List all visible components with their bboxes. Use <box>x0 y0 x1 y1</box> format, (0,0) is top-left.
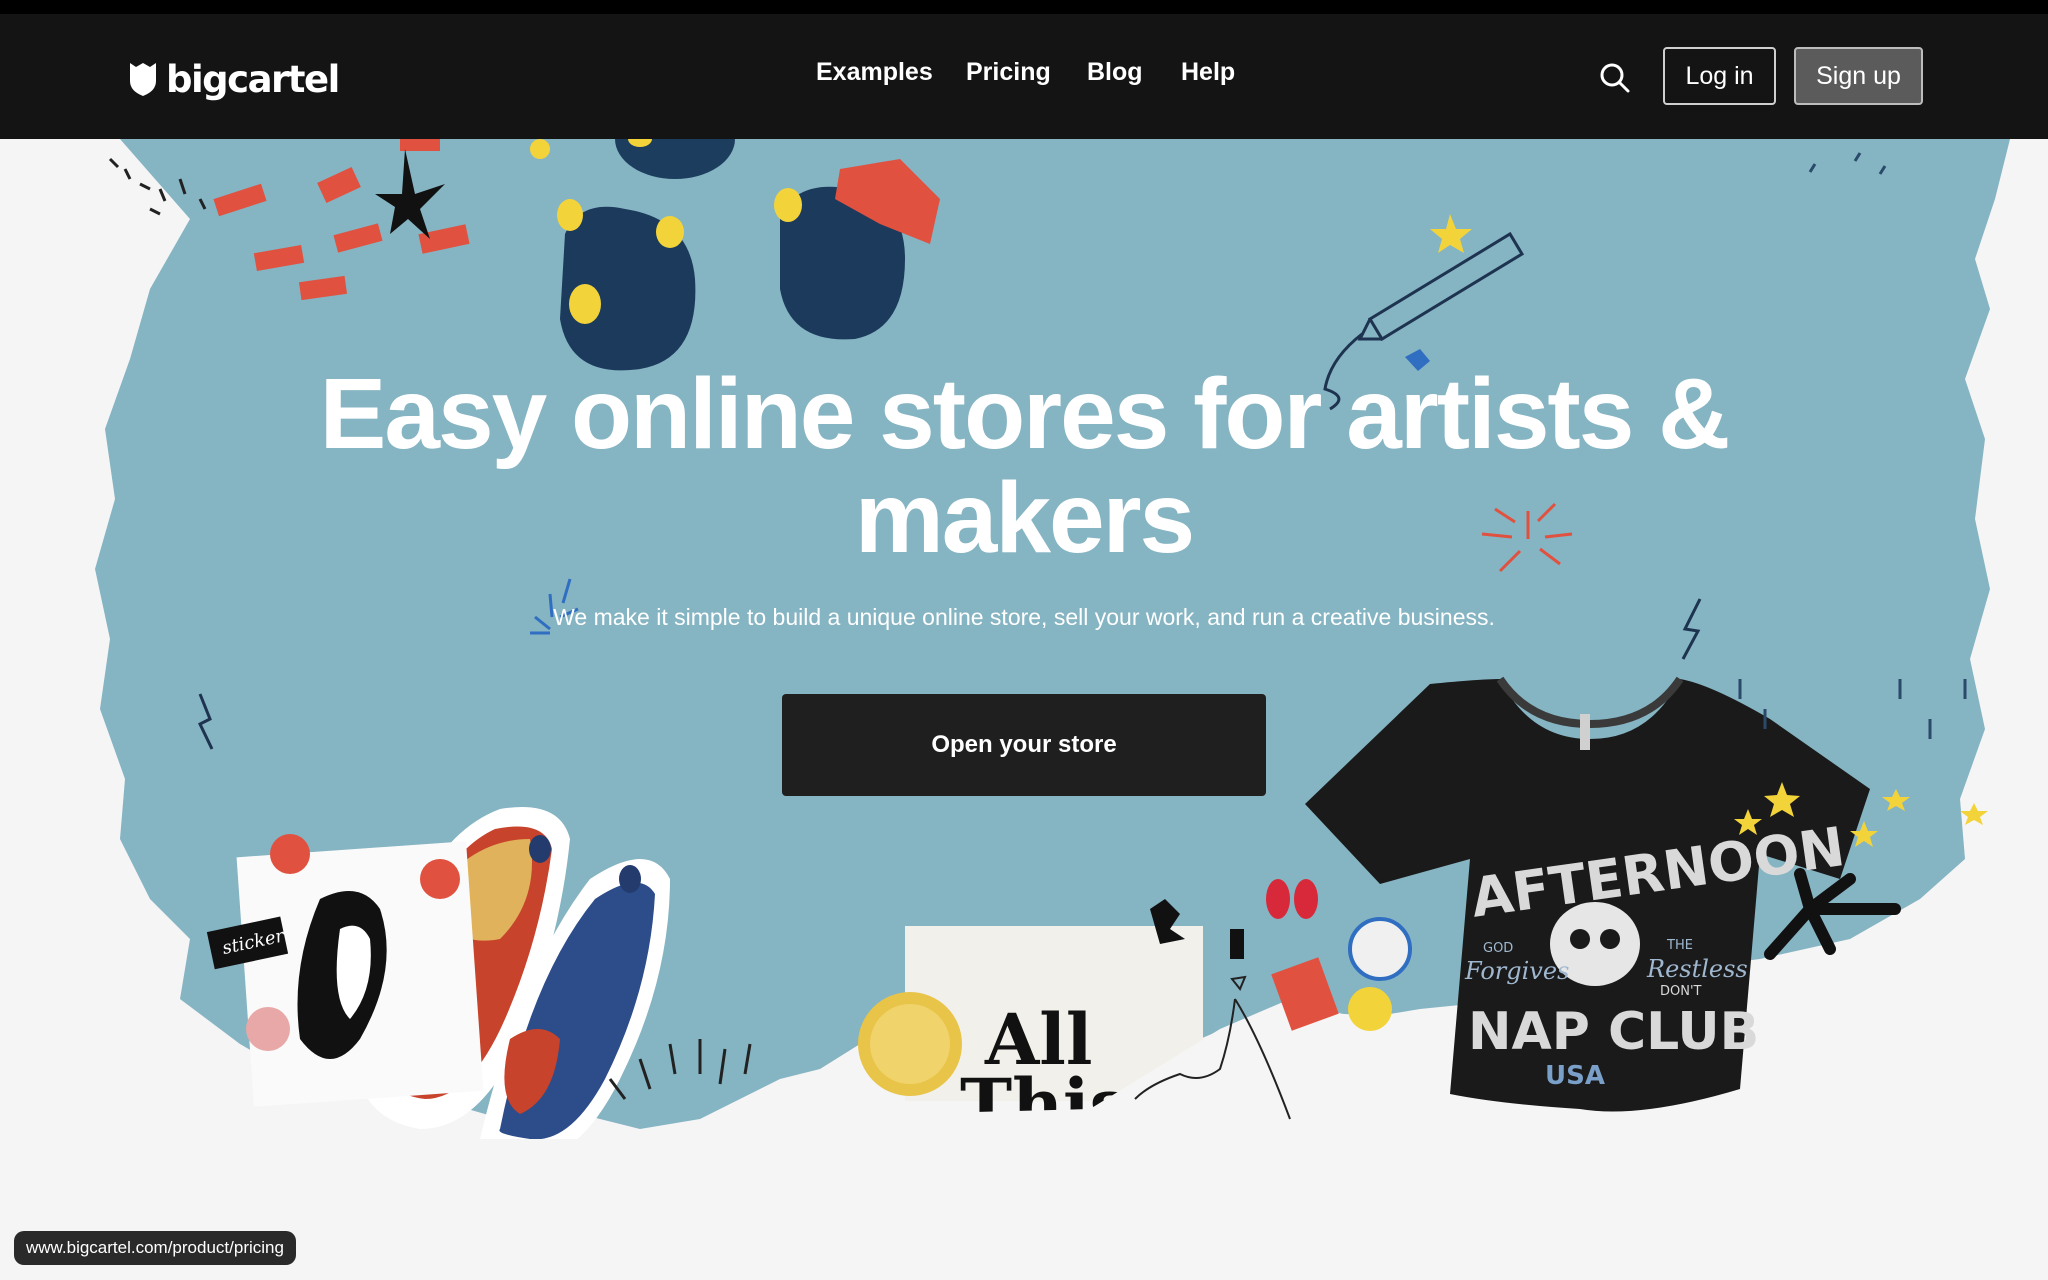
svg-text:Restless: Restless <box>1646 955 1748 983</box>
hero-subtitle: We make it simple to build a unique onli… <box>553 604 1495 630</box>
svg-text:THE: THE <box>1666 938 1693 953</box>
top-navigation-bar: bigcartel Examples Pricing Blog Help Log… <box>0 14 2048 139</box>
status-bar-url: www.bigcartel.com/product/pricing <box>14 1231 296 1265</box>
svg-text:NAP CLUB: NAP CLUB <box>1468 1002 1759 1062</box>
nav-link-examples[interactable]: Examples <box>816 58 933 87</box>
nav-link-pricing[interactable]: Pricing <box>966 58 1051 87</box>
hero-title-line1: Easy online stores for artists & <box>319 358 1731 470</box>
svg-text:GOD: GOD <box>1483 941 1513 956</box>
sticker-sheet: sticker <box>206 834 484 1107</box>
signup-button[interactable]: Sign up <box>1794 47 1923 105</box>
top-strip <box>0 0 2048 14</box>
search-icon[interactable] <box>1598 61 1632 95</box>
open-store-button[interactable]: Open your store <box>782 694 1266 796</box>
nav-link-blog[interactable]: Blog <box>1087 58 1143 87</box>
nav-link-help[interactable]: Help <box>1181 58 1235 87</box>
svg-text:USA: USA <box>1545 1061 1605 1091</box>
svg-text:Forgives: Forgives <box>1464 957 1569 985</box>
hero-title-line2: makers <box>854 462 1195 574</box>
login-button[interactable]: Log in <box>1663 47 1776 105</box>
svg-text:DON'T: DON'T <box>1660 984 1702 999</box>
hero-title: Easy online stores for artists & makers <box>250 362 1798 570</box>
